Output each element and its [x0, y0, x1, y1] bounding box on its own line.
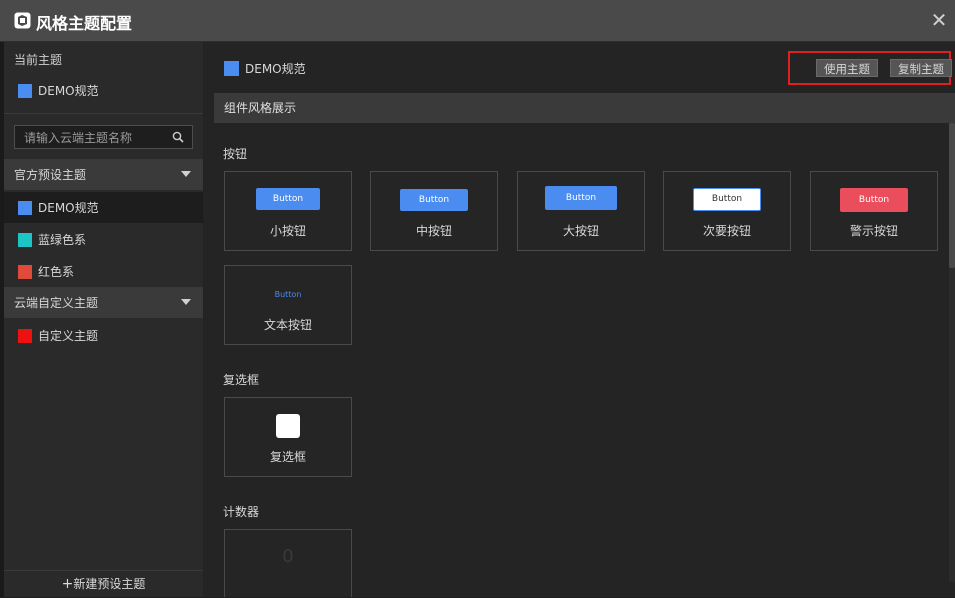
counter-card: 0 [224, 529, 352, 597]
card-caption: 次要按钮 [702, 224, 751, 238]
window-title: 风格主题配置 [36, 14, 133, 33]
sidebar-item-custom[interactable]: 自定义主题 [4, 320, 203, 351]
small-button-card: Button 小按钮 [224, 171, 352, 251]
theme-swatch [18, 232, 32, 247]
use-theme-button[interactable]: 使用主题 [816, 59, 878, 77]
danger-button-demo[interactable]: Button [840, 188, 908, 212]
danger-button-card: Button 警示按钮 [810, 171, 938, 251]
copy-theme-button[interactable]: 复制主题 [890, 59, 952, 77]
theme-search-input[interactable] [15, 126, 176, 150]
checkbox-section-label: 复选框 [223, 373, 260, 387]
text-button-card: Button 文本按钮 [224, 265, 352, 345]
sidebar-item-label: 自定义主题 [38, 329, 99, 343]
sidebar-item-demo[interactable]: DEMO规范 [4, 192, 203, 223]
theme-app-icon [14, 12, 31, 29]
sidebar-item-label: 蓝绿色系 [38, 233, 87, 247]
group-official-presets[interactable]: 官方预设主题 [4, 159, 203, 190]
caret-down-icon [181, 171, 191, 177]
sidebar-item-red[interactable]: 红色系 [4, 256, 203, 287]
close-icon[interactable]: ✕ [927, 8, 951, 32]
selected-theme-header: DEMO规范 [224, 60, 306, 77]
text-button-demo[interactable]: Button [264, 288, 312, 302]
title-bar: 风格主题配置 ✕ [0, 0, 955, 42]
scrollbar-thumb[interactable] [949, 123, 955, 268]
counter-section-label: 计数器 [223, 505, 260, 519]
sidebar-item-label: DEMO规范 [38, 201, 99, 215]
search-icon[interactable] [172, 131, 184, 143]
main-panel: DEMO规范 使用主题 复制主题 组件风格展示 按钮 Button 小按钮 Bu… [204, 42, 955, 597]
card-caption: 大按钮 [562, 224, 599, 238]
card-caption: 警示按钮 [849, 224, 898, 238]
card-caption: 中按钮 [415, 224, 452, 238]
large-button-demo[interactable]: Button [545, 186, 617, 210]
medium-button-demo[interactable]: Button [400, 189, 468, 211]
current-theme-item: DEMO规范 [4, 75, 203, 106]
group-label: 官方预设主题 [14, 168, 87, 182]
card-caption: 文本按钮 [263, 318, 312, 332]
checkbox-card: 复选框 [224, 397, 352, 477]
new-preset-theme-button[interactable]: +新建预设主题 [4, 570, 203, 598]
selected-theme-swatch [224, 61, 239, 76]
secondary-button-card: Button 次要按钮 [663, 171, 791, 251]
theme-config-window: 风格主题配置 ✕ 当前主题 DEMO规范 官方预设主题 DEMO规范 蓝绿色 [0, 0, 955, 597]
theme-swatch [18, 200, 32, 215]
component-showcase-header: 组件风格展示 [214, 93, 955, 123]
group-cloud-custom[interactable]: 云端自定义主题 [4, 287, 203, 318]
caret-down-icon [181, 299, 191, 305]
medium-button-card: Button 中按钮 [370, 171, 498, 251]
checkbox-demo[interactable] [276, 414, 300, 438]
sidebar-divider [4, 113, 203, 114]
theme-search-box[interactable] [14, 125, 193, 150]
card-caption: 复选框 [269, 450, 306, 464]
large-button-card: Button 大按钮 [517, 171, 645, 251]
card-caption: 小按钮 [269, 224, 306, 238]
sidebar-item-label: 红色系 [38, 265, 75, 279]
selected-theme-name: DEMO规范 [245, 62, 306, 76]
current-theme-name: DEMO规范 [38, 84, 99, 98]
buttons-section-label: 按钮 [223, 147, 248, 161]
new-preset-label: 新建预设主题 [73, 577, 146, 591]
small-button-demo[interactable]: Button [256, 188, 320, 210]
sidebar-item-teal[interactable]: 蓝绿色系 [4, 224, 203, 255]
theme-swatch [18, 264, 32, 279]
current-theme-label: 当前主题 [14, 53, 63, 67]
counter-value[interactable]: 0 [225, 546, 351, 567]
current-theme-swatch [18, 83, 32, 98]
secondary-button-demo[interactable]: Button [693, 188, 761, 211]
sidebar: 当前主题 DEMO规范 官方预设主题 DEMO规范 蓝绿色系 红色系 [4, 42, 203, 597]
plus-icon: + [61, 576, 74, 592]
theme-swatch [18, 328, 32, 343]
scrollbar[interactable] [949, 123, 955, 582]
group-label: 云端自定义主题 [14, 296, 99, 310]
